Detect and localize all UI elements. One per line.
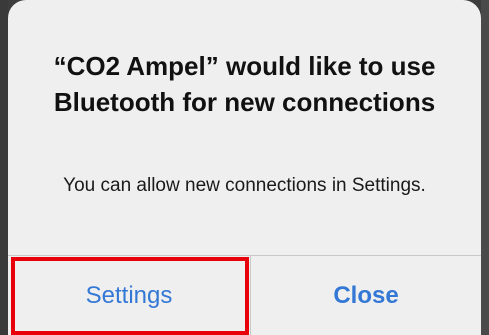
alert-message: You can allow new connections in Setting… bbox=[63, 175, 426, 196]
background-edge-right bbox=[481, 0, 489, 335]
settings-button[interactable]: Settings bbox=[8, 256, 250, 335]
alert-title: “CO2 Ampel” would like to use Bluetooth … bbox=[53, 51, 436, 117]
background-edge-left bbox=[0, 0, 8, 335]
screen: “CO2 Ampel” would like to use Bluetooth … bbox=[0, 0, 489, 335]
bluetooth-permission-alert: “CO2 Ampel” would like to use Bluetooth … bbox=[8, 0, 481, 335]
close-button[interactable]: Close bbox=[251, 256, 481, 335]
